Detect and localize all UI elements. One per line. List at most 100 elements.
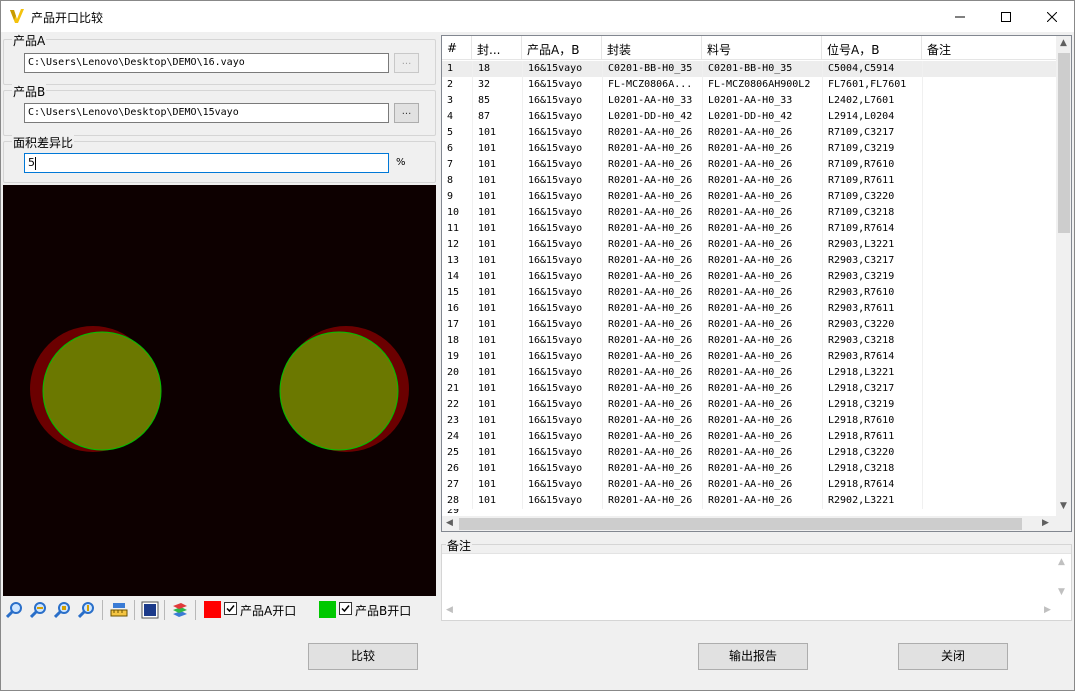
table-cell: 16&15vayo [528, 95, 583, 106]
table-cell: 16&15vayo [528, 79, 583, 90]
table-row[interactable]: 12 101 16&15vayo R0201-AA-H0_26 R0201-AA-H0_… [442, 237, 1056, 253]
scroll-down-icon[interactable]: ▼ [1060, 501, 1067, 511]
layers-button[interactable] [170, 600, 190, 620]
table-cell: 101 [478, 351, 497, 362]
product-b-checkbox-label: 产品B开口 [355, 604, 412, 618]
note-scroll-left-icon[interactable]: ◀ [446, 605, 453, 615]
column-header[interactable]: 封装 [602, 36, 702, 60]
note-scroll-right-icon[interactable]: ▶ [1044, 605, 1051, 615]
column-header[interactable]: 料号 [702, 36, 822, 60]
table-horizontal-scrollbar[interactable]: ◀ ▶ [442, 516, 1056, 531]
product-a-checkbox[interactable] [224, 602, 237, 615]
measure-button[interactable] [109, 600, 129, 620]
table-cell: 16&15vayo [528, 207, 583, 218]
table-row[interactable]: 28 101 16&15vayo R0201-AA-H0_26 R0201-AA-H0_… [442, 493, 1056, 509]
table-row[interactable]: 5 101 16&15vayo R0201-AA-H0_26 R0201-AA-H0_2… [442, 125, 1056, 141]
vertical-scroll-thumb[interactable] [1058, 53, 1070, 233]
maximize-button[interactable] [983, 1, 1029, 32]
table-row[interactable]: 14 101 16&15vayo R0201-AA-H0_26 R0201-AA-H0_… [442, 269, 1056, 285]
table-cell [928, 286, 1054, 300]
title-bar[interactable]: 产品开口比较 [1, 1, 1074, 32]
table-row[interactable]: 8 101 16&15vayo R0201-AA-H0_26 R0201-AA-H0_2… [442, 173, 1056, 189]
column-header[interactable]: # [442, 36, 472, 60]
column-header[interactable]: 位号A，B [822, 36, 922, 60]
table-cell: 16&15vayo [528, 287, 583, 298]
product-b-color-swatch[interactable] [319, 601, 336, 618]
product-a-path-input[interactable]: C:\Users\Lenovo\Desktop\DEMO\16.vayo [24, 53, 389, 73]
scroll-right-icon[interactable]: ▶ [1042, 518, 1049, 528]
horizontal-scroll-thumb[interactable] [459, 518, 1022, 530]
note-scroll-down-icon[interactable]: ▼ [1058, 587, 1065, 597]
column-header[interactable]: 封... [472, 36, 522, 60]
table-cell: 101 [478, 303, 497, 314]
table-cell: L2918,L3221 [828, 367, 895, 378]
comparison-table[interactable]: # 封... 产品A，B 封装 料号 位号A，B 备注 1 18 16&15vayo… [441, 35, 1072, 532]
table-row[interactable]: 10 101 16&15vayo R0201-AA-H0_26 R0201-AA-H0_… [442, 205, 1056, 221]
table-row[interactable]: 6 101 16&15vayo R0201-AA-H0_26 R0201-AA-H0_2… [442, 141, 1056, 157]
zoom-in-button[interactable] [5, 600, 25, 620]
table-row[interactable]: 24 101 16&15vayo R0201-AA-H0_26 R0201-AA-H0_… [442, 429, 1056, 445]
table-vertical-scrollbar[interactable]: ▲ ▼ [1056, 36, 1071, 516]
table-row[interactable]: 2 32 16&15vayo FL-MCZ0806A... FL-MCZ0806AH90… [442, 77, 1056, 93]
table-cell: R0201-AA-H0_26 [708, 479, 793, 490]
table-row[interactable]: 27 101 16&15vayo R0201-AA-H0_26 R0201-AA-H0_… [442, 477, 1056, 493]
table-cell [928, 110, 1054, 124]
table-row[interactable]: 23 101 16&15vayo R0201-AA-H0_26 R0201-AA-H0_… [442, 413, 1056, 429]
background-color-button[interactable] [140, 600, 160, 620]
table-cell [928, 494, 1054, 508]
note-textarea[interactable] [442, 553, 1071, 620]
table-row[interactable]: 3 85 16&15vayo L0201-AA-H0_33 L0201-AA-H0_33… [442, 93, 1056, 109]
table-row[interactable]: 21 101 16&15vayo R0201-AA-H0_26 R0201-AA-H0_… [442, 381, 1056, 397]
table-cell: L0201-AA-H0_33 [608, 95, 693, 106]
table-row[interactable]: 20 101 16&15vayo R0201-AA-H0_26 R0201-AA-H0_… [442, 365, 1056, 381]
product-a-browse-button[interactable]: ... [394, 53, 419, 73]
table-row[interactable]: 17 101 16&15vayo R0201-AA-H0_26 R0201-AA-H0_… [442, 317, 1056, 333]
zoom-fit-button[interactable] [53, 600, 73, 620]
zoom-window-button[interactable] [77, 600, 97, 620]
compare-button[interactable]: 比较 [308, 643, 418, 670]
table-cell: R0201-AA-H0_26 [708, 463, 793, 474]
scroll-up-icon[interactable]: ▲ [1060, 38, 1067, 48]
table-cell: FL7601,FL7601 [828, 79, 907, 90]
table-cell: R2903,R7610 [828, 287, 895, 298]
table-cell: 16&15vayo [528, 223, 583, 234]
table-cell: R0201-AA-H0_26 [708, 383, 793, 394]
column-header[interactable]: 备注 [922, 36, 1056, 60]
table-row[interactable]: 26 101 16&15vayo R0201-AA-H0_26 R0201-AA-H0_… [442, 461, 1056, 477]
pad-preview-canvas[interactable] [3, 185, 436, 596]
minimize-button[interactable] [937, 1, 983, 32]
table-row[interactable]: 19 101 16&15vayo R0201-AA-H0_26 R0201-AA-H0_… [442, 349, 1056, 365]
product-b-checkbox[interactable] [339, 602, 352, 615]
table-row[interactable]: 1 18 16&15vayo C0201-BB-H0_35 C0201-BB-H0_35… [442, 61, 1056, 77]
table-row[interactable]: 9 101 16&15vayo R0201-AA-H0_26 R0201-AA-H0_2… [442, 189, 1056, 205]
table-cell: 16&15vayo [528, 191, 583, 202]
table-row[interactable]: 25 101 16&15vayo R0201-AA-H0_26 R0201-AA-H0_… [442, 445, 1056, 461]
table-row[interactable]: 13 101 16&15vayo R0201-AA-H0_26 R0201-AA-H0_… [442, 253, 1056, 269]
table-row[interactable]: 16 101 16&15vayo R0201-AA-H0_26 R0201-AA-H0_… [442, 301, 1056, 317]
area-diff-input[interactable]: 5 [24, 153, 389, 173]
column-header[interactable]: 产品A，B [522, 36, 602, 60]
product-a-color-swatch[interactable] [204, 601, 221, 618]
table-cell: L0201-DD-H0_42 [608, 111, 693, 122]
toolbar-separator [102, 600, 103, 620]
product-b-browse-button[interactable]: ... [394, 103, 419, 123]
table-row[interactable]: 15 101 16&15vayo R0201-AA-H0_26 R0201-AA-H0_… [442, 285, 1056, 301]
checkmark-icon [341, 605, 350, 613]
export-report-button[interactable]: 输出报告 [698, 643, 808, 670]
partial-row-text: 29 [447, 509, 460, 516]
close-button[interactable]: 关闭 [898, 643, 1008, 670]
table-row[interactable]: 18 101 16&15vayo R0201-AA-H0_26 R0201-AA-H0_… [442, 333, 1056, 349]
zoom-out-button[interactable] [29, 600, 49, 620]
table-cell: R0201-AA-H0_26 [708, 255, 793, 266]
table-cell: 101 [478, 271, 497, 282]
table-row[interactable]: 11 101 16&15vayo R0201-AA-H0_26 R0201-AA-H0_… [442, 221, 1056, 237]
table-cell: R7109,R7614 [828, 223, 895, 234]
table-row[interactable]: 7 101 16&15vayo R0201-AA-H0_26 R0201-AA-H0_2… [442, 157, 1056, 173]
table-row[interactable]: 4 87 16&15vayo L0201-DD-H0_42 L0201-DD-H0_42… [442, 109, 1056, 125]
note-scroll-up-icon[interactable]: ▲ [1058, 557, 1065, 567]
table-cell: R0201-AA-H0_26 [608, 239, 693, 250]
product-b-path-input[interactable]: C:\Users\Lenovo\Desktop\DEMO\15vayo [24, 103, 389, 123]
close-window-button[interactable] [1029, 1, 1075, 32]
table-row[interactable]: 22 101 16&15vayo R0201-AA-H0_26 R0201-AA-H0_… [442, 397, 1056, 413]
scroll-left-icon[interactable]: ◀ [446, 518, 453, 528]
